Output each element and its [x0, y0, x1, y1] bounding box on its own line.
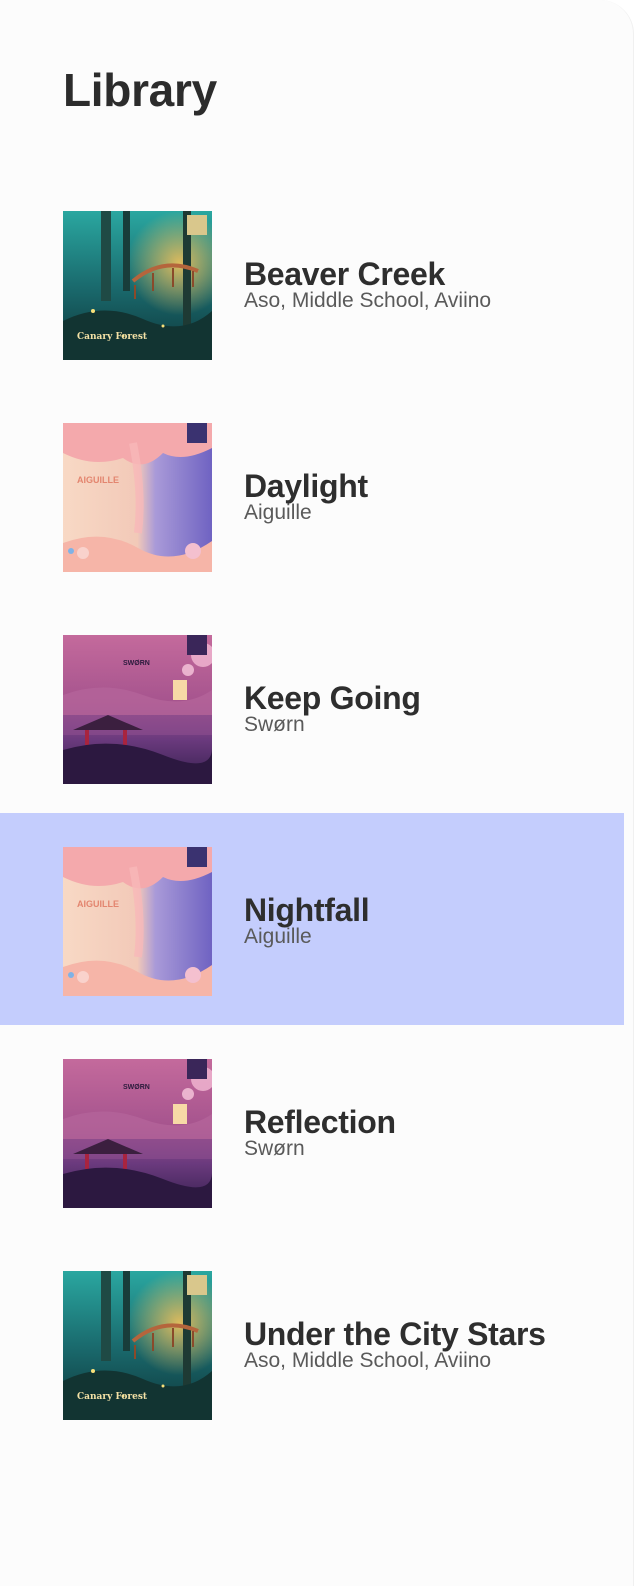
album-cover-day-and-night: AIGUILLE	[63, 847, 212, 996]
cover-text: Canary Forest	[77, 1392, 148, 1402]
song-row-under-the-city-stars[interactable]: Canary Forest Under the City Stars Aso, …	[0, 1237, 624, 1449]
song-title: Beaver Creek	[244, 256, 445, 292]
song-meta: Keep Going Swørn	[244, 681, 421, 737]
song-artist: Aso, Middle School, Aviino	[244, 289, 492, 312]
cover-text: AIGUILLE	[77, 475, 119, 485]
song-title: Nightfall	[244, 892, 370, 928]
song-meta: Under the City Stars Aso, Middle School,…	[244, 1317, 546, 1373]
album-cover-canary-forest: Canary Forest	[63, 1271, 212, 1420]
cover-text: Canary Forest	[77, 332, 148, 342]
song-artist: Swørn	[244, 713, 305, 736]
song-artist: Aiguille	[244, 501, 312, 524]
library-panel: Library Canary Forest Beaver Creek Aso, …	[0, 0, 634, 1586]
song-artist: Swørn	[244, 1137, 305, 1160]
cover-text: AIGUILLE	[77, 899, 119, 909]
song-title: Daylight	[244, 468, 368, 504]
song-title: Reflection	[244, 1104, 396, 1140]
song-meta: Reflection Swørn	[244, 1105, 396, 1161]
album-cover-lantern-lake: SWØRN	[63, 635, 212, 784]
album-cover-day-and-night: AIGUILLE	[63, 423, 212, 572]
song-row-beaver-creek[interactable]: Canary Forest Beaver Creek Aso, Middle S…	[0, 177, 624, 389]
svg-text:SWØRN: SWØRN	[123, 660, 150, 667]
album-cover-lantern-lake: SWØRN	[63, 1059, 212, 1208]
song-row-reflection[interactable]: SWØRN Reflection Swørn	[0, 1025, 624, 1237]
song-meta: Beaver Creek Aso, Middle School, Aviino	[244, 257, 491, 313]
song-artist: Aso, Middle School, Aviino	[244, 1349, 492, 1372]
svg-text:SWØRN: SWØRN	[123, 1084, 150, 1091]
song-row-daylight[interactable]: AIGUILLE Daylight Aiguille	[0, 389, 624, 601]
song-row-keep-going[interactable]: SWØRN Keep Going Swørn	[0, 601, 624, 813]
song-title: Under the City Stars	[244, 1316, 546, 1352]
page-title: Library	[63, 64, 217, 116]
song-artist: Aiguille	[244, 925, 312, 948]
song-row-nightfall[interactable]: AIGUILLE Nightfall Aiguille	[0, 813, 624, 1025]
song-meta: Nightfall Aiguille	[244, 892, 370, 949]
song-meta: Daylight Aiguille	[244, 469, 368, 525]
song-list: Canary Forest Beaver Creek Aso, Middle S…	[0, 177, 624, 1449]
song-title: Keep Going	[244, 680, 421, 716]
album-cover-canary-forest: Canary Forest	[63, 211, 212, 360]
